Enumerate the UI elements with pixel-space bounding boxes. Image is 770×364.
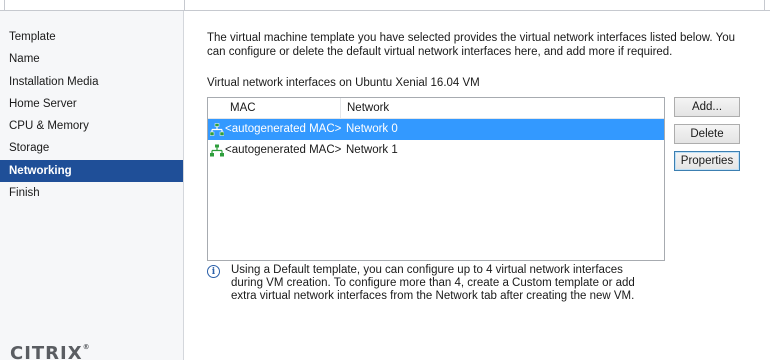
top-divider (184, 0, 185, 10)
list-header: MAC Network (208, 98, 664, 119)
sidebar-item-finish[interactable]: Finish (0, 182, 183, 204)
sidebar-item-cpu-memory[interactable]: CPU & Memory (0, 115, 183, 137)
row-mac: <autogenerated MAC> (225, 144, 342, 156)
list-caption: Virtual network interfaces on Ubuntu Xen… (207, 77, 480, 89)
top-divider (4, 0, 5, 10)
top-divider (764, 0, 765, 10)
network-interface-icon (210, 123, 224, 136)
row-mac: <autogenerated MAC> (225, 123, 342, 135)
window-top-border (0, 0, 770, 11)
sidebar-item-installation-media[interactable]: Installation Media (0, 71, 183, 93)
sidebar-item-home-server[interactable]: Home Server (0, 93, 183, 115)
page-description: The virtual machine template you have se… (207, 32, 736, 58)
properties-button[interactable]: Properties (674, 151, 740, 171)
delete-button[interactable]: Delete (674, 124, 740, 144)
list-item[interactable]: <autogenerated MAC> Network 0 (208, 119, 664, 140)
sidebar-item-networking[interactable]: Networking (0, 159, 183, 183)
network-interface-icon (210, 144, 224, 157)
sidebar-item-storage[interactable]: Storage (0, 137, 183, 159)
info-icon: i (207, 265, 220, 278)
info-text: Using a Default template, you can config… (231, 264, 635, 302)
column-header-mac[interactable]: MAC (230, 98, 341, 118)
add-button[interactable]: Add... (674, 97, 740, 117)
network-interfaces-list[interactable]: MAC Network <autogenerated MAC> Network … (207, 97, 665, 261)
wizard-steps: Template Name Installation Media Home Se… (0, 26, 183, 204)
wizard-sidebar: Template Name Installation Media Home Se… (0, 11, 184, 364)
sidebar-item-name[interactable]: Name (0, 48, 183, 70)
citrix-logo: CITRIX® (10, 343, 91, 364)
row-network: Network 1 (346, 144, 398, 156)
logo-text: CITRIX (10, 343, 83, 364)
logo-mark: ® (82, 343, 91, 351)
list-item[interactable]: <autogenerated MAC> Network 1 (208, 140, 664, 161)
column-header-network[interactable]: Network (347, 98, 389, 118)
networking-page: The virtual machine template you have se… (185, 11, 770, 360)
row-network: Network 0 (346, 123, 398, 135)
sidebar-item-template[interactable]: Template (0, 26, 183, 48)
